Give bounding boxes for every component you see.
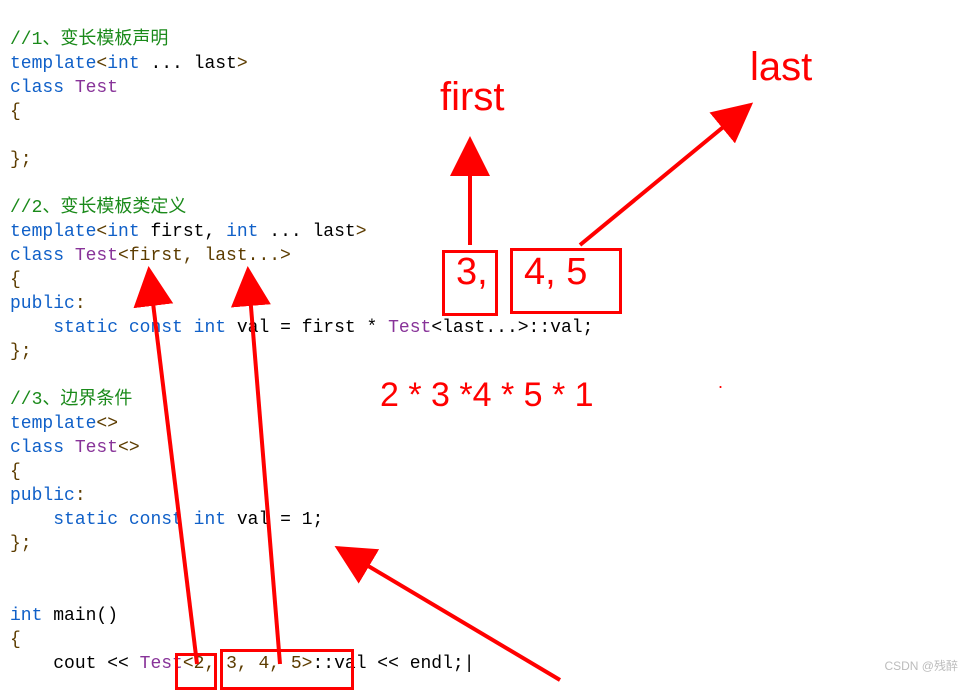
param-pack-1: ... last	[140, 54, 237, 74]
kw-int-2b: int	[226, 222, 258, 242]
spec-args: <first, last...>	[118, 246, 291, 266]
sp	[118, 510, 129, 530]
kw-int-3: int	[194, 318, 226, 338]
param-first: first,	[140, 222, 226, 242]
kw-const-2: const	[129, 510, 183, 530]
angle-open-2: <	[96, 222, 107, 242]
code-block: //1、变长模板声明 template<int ... last> class …	[0, 0, 966, 680]
sp	[183, 318, 194, 338]
angle-close-1: >	[237, 54, 248, 74]
comment-1: //1、变长模板声明	[10, 30, 168, 50]
text-cursor: |	[464, 654, 475, 674]
kw-class-1: class	[10, 78, 64, 98]
brace-close-2: };	[10, 342, 32, 362]
brace-open-2: {	[10, 270, 21, 290]
val-expr-2: val = 1;	[226, 510, 323, 530]
kw-int-1: int	[107, 54, 139, 74]
angle-close-2: >	[356, 222, 367, 242]
call-args: <2, 3, 4, 5>	[183, 654, 313, 674]
kw-int-2a: int	[107, 222, 139, 242]
kw-public-1: public	[10, 294, 75, 314]
call-rest: ::val << endl;	[312, 654, 463, 674]
type-test-3: Test	[64, 438, 118, 458]
kw-class-3: class	[10, 438, 64, 458]
sp	[183, 510, 194, 530]
type-test-rec: Test	[388, 318, 431, 338]
brace-close-3: };	[10, 534, 32, 554]
angle-empty-2: <>	[118, 438, 140, 458]
watermark: CSDN @残醉	[884, 654, 958, 678]
sp	[118, 318, 129, 338]
brace-open-3: {	[10, 462, 21, 482]
brace-open-4: {	[10, 630, 21, 650]
kw-public-2: public	[10, 486, 75, 506]
indent-2	[10, 510, 53, 530]
param-pack-2: ... last	[258, 222, 355, 242]
kw-const-1: const	[129, 318, 183, 338]
comment-2: //2、变长模板类定义	[10, 198, 186, 218]
val-expr-1a: val = first *	[226, 318, 388, 338]
type-test-1: Test	[64, 78, 118, 98]
kw-static-2: static	[53, 510, 118, 530]
indent-1	[10, 318, 53, 338]
val-expr-1b: <last...>::val;	[431, 318, 593, 338]
comment-3: //3、边界条件	[10, 390, 132, 410]
brace-open-1: {	[10, 102, 21, 122]
kw-static-1: static	[53, 318, 118, 338]
brace-close-1: };	[10, 150, 32, 170]
colon-1: :	[75, 294, 86, 314]
kw-template-2: template	[10, 222, 96, 242]
colon-2: :	[75, 486, 86, 506]
kw-class-2: class	[10, 246, 64, 266]
angle-open-1: <	[96, 54, 107, 74]
kw-template-3: template	[10, 414, 96, 434]
cout: cout <<	[53, 654, 139, 674]
kw-template-1: template	[10, 54, 96, 74]
kw-int-4: int	[194, 510, 226, 530]
indent-3	[10, 654, 53, 674]
type-test-2: Test	[64, 246, 118, 266]
fn-main: main()	[42, 606, 118, 626]
type-test-call: Test	[140, 654, 183, 674]
angle-empty-1: <>	[96, 414, 118, 434]
kw-int-5: int	[10, 606, 42, 626]
